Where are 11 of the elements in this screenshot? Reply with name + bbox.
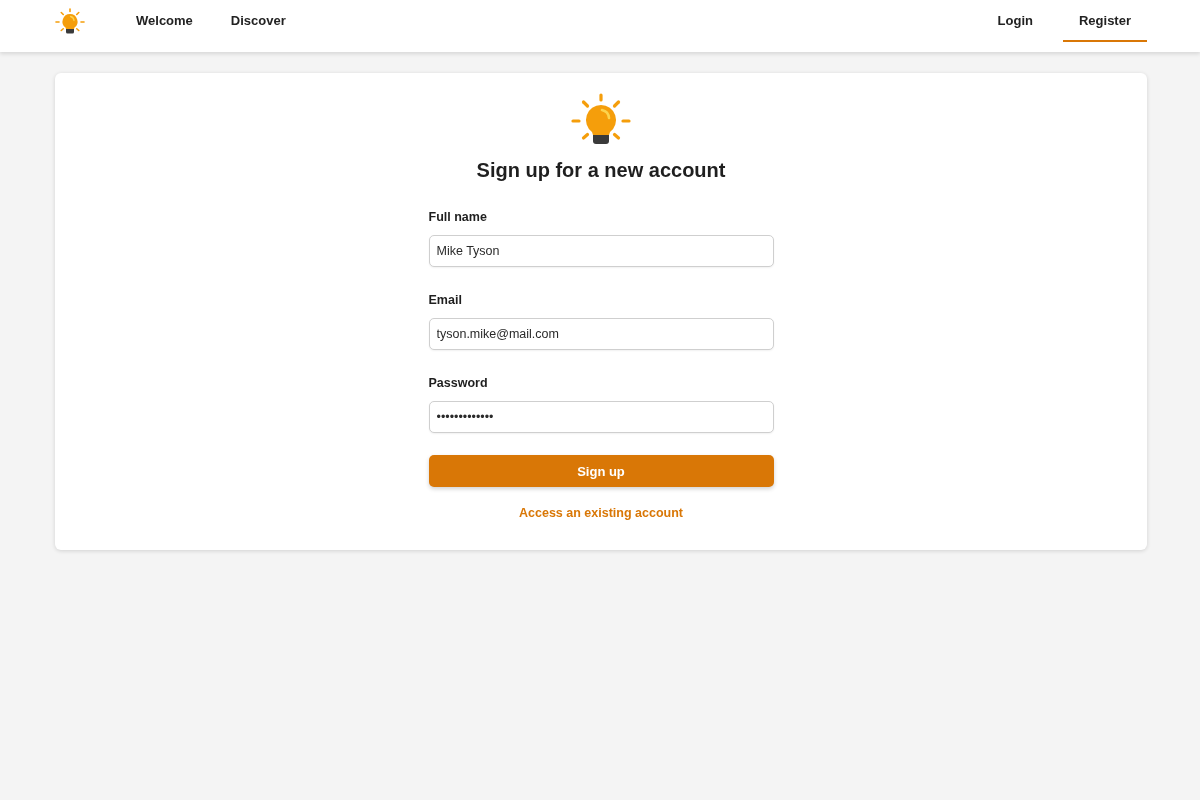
form-title: Sign up for a new account: [476, 159, 726, 182]
nav-tab[interactable]: Login: [981, 1, 1049, 42]
nav-tab[interactable]: Discover: [214, 1, 308, 42]
field-label: Full name: [428, 210, 487, 224]
field-label: Password: [428, 376, 488, 390]
input-field[interactable]: Mike Tyson: [428, 235, 774, 267]
input-field[interactable]: tyson.mike@mail.com: [428, 318, 774, 350]
nav-tab[interactable]: Welcome: [120, 1, 215, 42]
nav-tab[interactable]: Register: [1062, 1, 1147, 42]
field-label: Email: [428, 293, 462, 307]
input-field[interactable]: •••••••••••••: [428, 401, 774, 433]
